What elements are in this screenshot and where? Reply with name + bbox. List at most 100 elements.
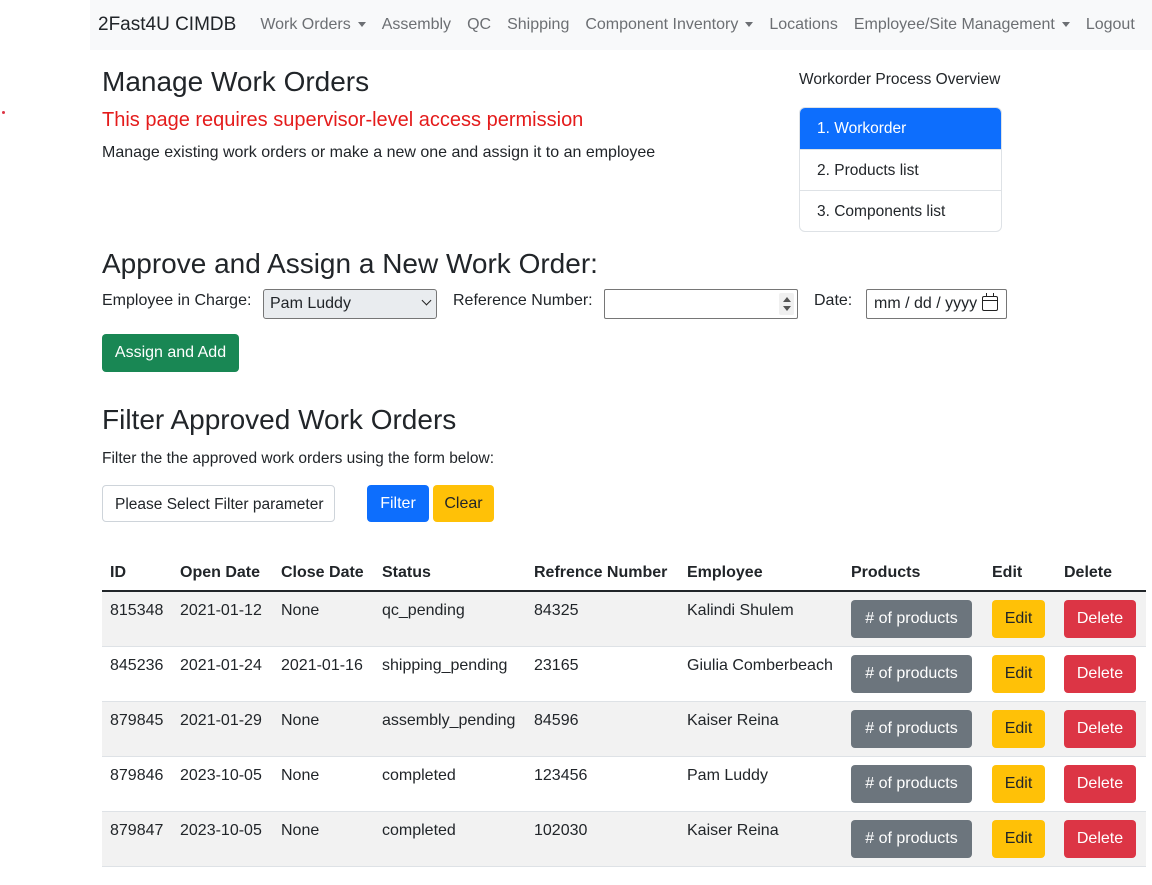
cell-close-date: None [273,811,374,867]
calendar-icon[interactable] [982,293,998,311]
column-header-open-date: Open Date [172,556,273,592]
edit-button[interactable]: Edit [992,764,1045,803]
filter-description: Filter the the approved work orders usin… [102,450,494,467]
number-spinner[interactable] [779,293,794,315]
reference-label: Reference Number: [453,292,593,309]
cell-edit: Edit [984,646,1056,702]
filter-button[interactable]: Filter [367,485,429,522]
nav-label: Employee/Site Management [853,16,1055,33]
date-input[interactable]: mm / dd / yyyy [866,289,1007,319]
products-count-button[interactable]: # of products [851,819,972,858]
filter-parameter-select[interactable]: Please Select Filter parameter [102,485,335,522]
nav-item-work-orders[interactable]: Work Orders [260,16,366,34]
clear-button[interactable]: Clear [433,485,494,522]
nav-item-assembly[interactable]: Assembly [382,16,451,34]
employee-select-value: Pam Luddy [270,295,351,312]
cell-id: 879845 [102,701,172,757]
nav-label: Logout [1085,16,1135,33]
table-row: 815348 2021-01-12 None qc_pending 84325 … [102,591,1146,647]
edit-button[interactable]: Edit [992,654,1045,693]
reference-number-input[interactable] [604,289,798,319]
column-header-delete: Delete [1056,556,1146,592]
nav-item-component-inventory[interactable]: Component Inventory [585,16,754,34]
column-header-edit: Edit [984,556,1056,592]
cell-status: shipping_pending [374,646,526,702]
date-label: Date: [814,292,853,309]
cell-products: # of products [843,646,984,702]
employee-select[interactable]: Pam Luddy [263,289,437,319]
cell-reference-number: 23165 [526,646,679,702]
cell-open-date: 2021-01-24 [172,646,273,702]
process-step-workorder[interactable]: 1. Workorder [800,108,1001,149]
cell-employee: Giulia Comberbeach [679,646,843,702]
edit-button[interactable]: Edit [992,600,1045,638]
cell-open-date: 2023-10-05 [172,756,273,812]
edit-button[interactable]: Edit [992,709,1045,748]
products-count-button[interactable]: # of products [851,600,972,638]
column-header-id: ID [102,556,172,592]
cell-edit: Edit [984,701,1056,757]
cell-reference-number: 84596 [526,701,679,757]
nav-item-logout[interactable]: Logout [1086,16,1135,34]
assign-and-add-button[interactable]: Assign and Add [102,334,239,372]
cell-close-date: None [273,756,374,812]
cell-id: 845236 [102,646,172,702]
nav-item-qc[interactable]: QC [467,16,491,34]
date-placeholder: mm / dd / yyyy [874,295,978,312]
cell-edit: Edit [984,591,1056,647]
cell-products: # of products [843,701,984,757]
table-row: 845236 2021-01-24 2021-01-16 shipping_pe… [102,646,1146,702]
column-header-close-date: Close Date [273,556,374,592]
spin-down-icon [783,306,791,311]
table-row: 879847 2023-10-05 None completed 102030 … [102,811,1146,867]
products-count-button[interactable]: # of products [851,654,972,693]
delete-button[interactable]: Delete [1064,819,1136,858]
cell-open-date: 2023-10-05 [172,811,273,867]
cell-id: 879847 [102,811,172,867]
cell-status: qc_pending [374,591,526,647]
process-step-components-list[interactable]: 3. Components list [800,190,1001,231]
work-orders-table: ID Open Date Close Date Status Refrence … [102,556,1146,867]
column-header-status: Status [374,556,526,592]
cell-close-date: None [273,591,374,647]
delete-button[interactable]: Delete [1064,764,1136,803]
cell-employee: Pam Luddy [679,756,843,812]
edit-button[interactable]: Edit [992,819,1045,858]
nav-item-shipping[interactable]: Shipping [507,16,569,34]
nav-label: Work Orders [260,16,351,33]
page-title: Manage Work Orders [102,66,370,97]
delete-button[interactable]: Delete [1064,600,1136,638]
cell-delete: Delete [1056,701,1146,757]
employee-label: Employee in Charge: [102,292,252,309]
assign-section-title: Approve and Assign a New Work Order: [102,248,598,279]
products-count-button[interactable]: # of products [851,764,972,803]
nav-label: Locations [769,16,838,33]
process-step-products-list[interactable]: 2. Products list [800,149,1001,190]
page-description: Manage existing work orders or make a ne… [102,144,656,161]
cell-edit: Edit [984,756,1056,812]
cell-close-date: None [273,701,374,757]
cell-status: completed [374,811,526,867]
top-navbar: 2Fast4U CIMDB Work Orders Assembly QC Sh… [90,0,1152,50]
cell-id: 815348 [102,591,172,647]
table-row: 879845 2021-01-29 None assembly_pending … [102,701,1146,757]
process-overview-title: Workorder Process Overview [799,71,1001,88]
table-header-row: ID Open Date Close Date Status Refrence … [102,556,1146,592]
cell-id: 879846 [102,756,172,812]
nav-item-locations[interactable]: Locations [769,16,838,34]
cell-status: assembly_pending [374,701,526,757]
navbar-brand[interactable]: 2Fast4U CIMDB [98,14,236,36]
table-row: 879846 2023-10-05 None completed 123456 … [102,756,1146,812]
products-count-button[interactable]: # of products [851,709,972,748]
delete-button[interactable]: Delete [1064,654,1136,693]
cell-delete: Delete [1056,646,1146,702]
cell-employee: Kalindi Shulem [679,591,843,647]
delete-button[interactable]: Delete [1064,709,1136,748]
nav-item-employee-site-management[interactable]: Employee/Site Management [854,16,1070,34]
caret-down-icon [1061,21,1070,27]
nav-label: Shipping [507,16,570,33]
cell-reference-number: 123456 [526,756,679,812]
cell-close-date: 2021-01-16 [273,646,374,702]
cell-products: # of products [843,811,984,867]
column-header-employee: Employee [679,556,843,592]
